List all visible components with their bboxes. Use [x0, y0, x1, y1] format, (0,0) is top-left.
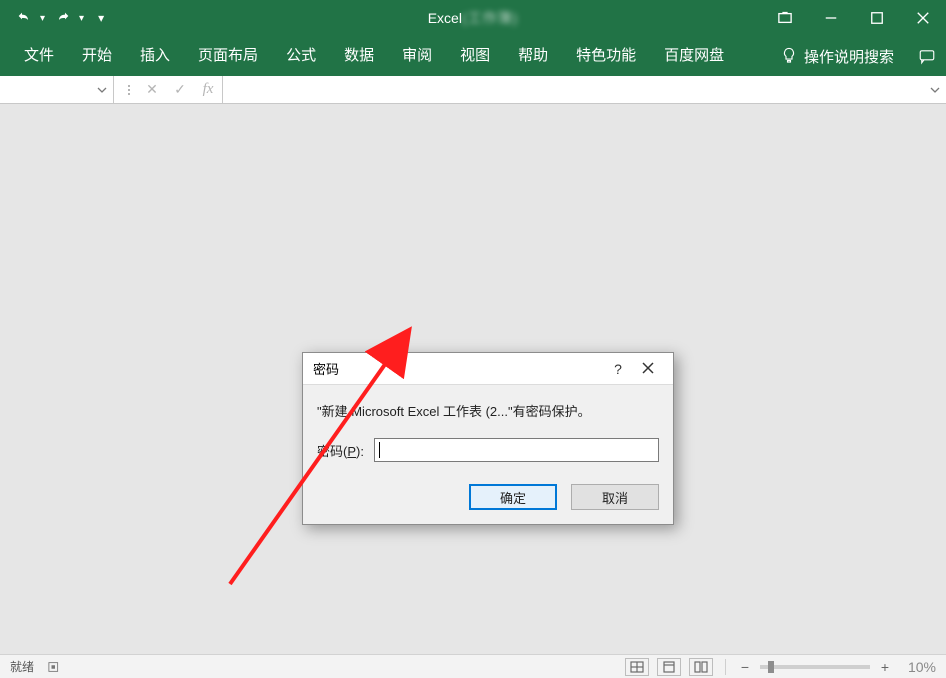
cancel-button[interactable]: 取消	[571, 484, 659, 510]
close-button[interactable]	[900, 0, 946, 36]
tab-insert[interactable]: 插入	[126, 36, 184, 76]
password-label: 密码(P):	[317, 441, 364, 460]
app-title-blur: (工作簿)	[462, 10, 518, 26]
zoom-percent[interactable]: 10%	[908, 659, 936, 675]
text-caret	[379, 442, 380, 458]
name-box[interactable]	[0, 76, 114, 103]
macro-record-icon[interactable]	[48, 661, 62, 673]
quick-access-toolbar: ▾ ▾ ▾	[0, 4, 104, 32]
tab-view[interactable]: 视图	[446, 36, 504, 76]
ribbon-tabs: 文件 开始 插入 页面布局 公式 数据 审阅 视图 帮助 特色功能 百度网盘 操…	[0, 36, 946, 76]
qat-customize-icon[interactable]: ▾	[98, 11, 104, 25]
dialog-body: "新建 Microsoft Excel 工作表 (2..."有密码保护。 密码(…	[303, 385, 673, 524]
zoom-thumb[interactable]	[768, 661, 774, 673]
tab-page-layout[interactable]: 页面布局	[184, 36, 272, 76]
page-layout-view-button[interactable]	[657, 658, 681, 676]
insert-function-button[interactable]: fx	[194, 81, 222, 98]
tell-me-search[interactable]: 操作说明搜索	[804, 46, 894, 67]
chevron-down-icon	[930, 85, 940, 95]
status-bar: 就绪 − + 10%	[0, 654, 946, 678]
normal-view-button[interactable]	[625, 658, 649, 676]
tab-help[interactable]: 帮助	[504, 36, 562, 76]
redo-button[interactable]	[49, 4, 77, 32]
enter-formula-button[interactable]: ✓	[166, 81, 194, 98]
password-row: 密码(P):	[317, 438, 659, 462]
status-right: − + 10%	[625, 658, 936, 676]
window-controls	[762, 0, 946, 36]
dialog-title: 密码	[313, 359, 339, 378]
page-break-view-button[interactable]	[689, 658, 713, 676]
ribbon-right: 操作说明搜索	[780, 46, 936, 67]
status-ready: 就绪	[10, 658, 34, 675]
lightbulb-icon	[780, 47, 798, 65]
dialog-buttons: 确定 取消	[317, 484, 659, 510]
ok-button[interactable]: 确定	[469, 484, 557, 510]
undo-dropdown-icon[interactable]: ▾	[40, 13, 45, 24]
minimize-button[interactable]	[808, 0, 854, 36]
tab-home[interactable]: 开始	[68, 36, 126, 76]
formula-bar: ✕ ✓ fx	[0, 76, 946, 104]
tab-review[interactable]: 审阅	[388, 36, 446, 76]
chevron-down-icon	[97, 85, 107, 95]
separator	[725, 659, 726, 675]
password-input[interactable]	[374, 438, 659, 462]
status-left: 就绪	[10, 658, 62, 675]
workspace: 密码 ? "新建 Microsoft Excel 工作表 (2..."有密码保护…	[0, 104, 946, 654]
app-title-text: Excel	[428, 10, 462, 26]
zoom-slider[interactable]	[760, 665, 870, 669]
comments-icon[interactable]	[918, 47, 936, 65]
formula-input[interactable]	[222, 76, 946, 103]
tab-features[interactable]: 特色功能	[562, 36, 650, 76]
dialog-titlebar[interactable]: 密码 ?	[303, 353, 673, 385]
undo-button[interactable]	[10, 4, 38, 32]
tab-formulas[interactable]: 公式	[272, 36, 330, 76]
zoom-in-button[interactable]: +	[878, 659, 892, 675]
tab-file[interactable]: 文件	[10, 36, 68, 76]
cancel-formula-button[interactable]: ✕	[138, 81, 166, 98]
zoom-out-button[interactable]: −	[738, 659, 752, 675]
ribbon-display-button[interactable]	[762, 0, 808, 36]
dialog-help-button[interactable]: ?	[603, 361, 633, 377]
dialog-close-button[interactable]	[633, 361, 663, 377]
title-bar: ▾ ▾ ▾ Excel(工作簿)	[0, 0, 946, 36]
maximize-button[interactable]	[854, 0, 900, 36]
password-dialog: 密码 ? "新建 Microsoft Excel 工作表 (2..."有密码保护…	[302, 352, 674, 525]
formula-bar-grip[interactable]	[120, 85, 138, 95]
tab-baidu-netdisk[interactable]: 百度网盘	[650, 36, 738, 76]
tab-data[interactable]: 数据	[330, 36, 388, 76]
dialog-message: "新建 Microsoft Excel 工作表 (2..."有密码保护。	[317, 401, 659, 420]
redo-dropdown-icon[interactable]: ▾	[79, 13, 84, 24]
